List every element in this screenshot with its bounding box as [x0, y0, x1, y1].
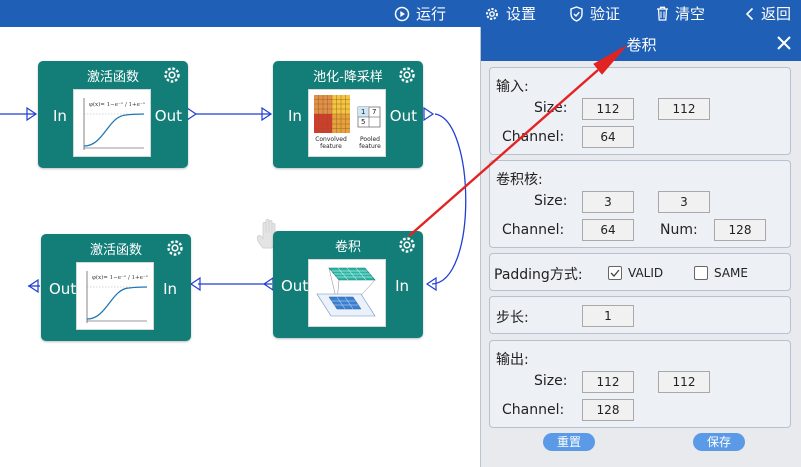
sigmoid-curve-icon: φ(x)= 1−e⁻ˣ / 1+e⁻ˣ	[86, 271, 149, 323]
kernel-num-field[interactable]: 128	[714, 219, 766, 241]
convolved-feature-caption: Convolved feature	[315, 136, 347, 150]
output-section-label: 输出:	[496, 352, 529, 368]
convolution-settings-panel: 卷积 输入: Size: 112 112 Channel: 64 卷积核: Si…	[480, 27, 801, 467]
activation-node-bottom[interactable]: 激活函数 Out In φ(x)= 1−e⁻ˣ / 1+e⁻ˣ	[41, 234, 191, 341]
reset-button[interactable]: 重置	[543, 433, 595, 451]
play-circle-icon	[394, 6, 410, 21]
input-port[interactable]: In	[53, 107, 67, 125]
kernel-size-height-field[interactable]: 3	[658, 191, 710, 213]
same-checkbox[interactable]	[694, 266, 708, 280]
close-icon[interactable]	[774, 33, 794, 53]
output-size-height-field[interactable]: 112	[658, 371, 710, 393]
gear-icon[interactable]	[162, 65, 182, 85]
stride-field[interactable]: 1	[582, 305, 634, 327]
output-size-width-field[interactable]: 112	[582, 371, 634, 393]
output-port[interactable]: Out	[49, 280, 76, 298]
checkmark-icon	[610, 269, 620, 277]
size-label: Size:	[534, 193, 568, 209]
output-port[interactable]: Out	[281, 277, 308, 295]
stride-label: 步长:	[496, 310, 529, 326]
conv-node[interactable]: 卷积 Out In	[273, 231, 423, 338]
settings-button[interactable]: 设置	[484, 0, 536, 27]
pooling-node[interactable]: 池化-降采样 In Out 1 7 5 Convolved feature Po…	[273, 61, 423, 168]
valid-label: VALID	[628, 266, 664, 280]
convolution-layers-icon	[316, 267, 376, 317]
size-label: Size:	[534, 373, 568, 389]
padding-label: Padding方式:	[494, 267, 583, 283]
channel-label: Channel:	[502, 402, 565, 418]
num-label: Num:	[660, 222, 698, 238]
panel-header: 卷积	[481, 27, 801, 61]
verify-button[interactable]: 验证	[569, 0, 620, 27]
pool-cell-value: 5	[361, 118, 366, 126]
gear-icon[interactable]	[397, 65, 417, 85]
output-channel-field[interactable]: 128	[582, 399, 634, 421]
convolution-thumbnail	[308, 259, 386, 327]
input-channel-field[interactable]: 64	[582, 126, 634, 148]
output-section: 输出: Size: 112 112 Channel: 128	[489, 340, 791, 428]
kernel-size-width-field[interactable]: 3	[582, 191, 634, 213]
valid-checkbox[interactable]	[608, 266, 622, 280]
back-label: 返回	[761, 5, 792, 23]
clear-button[interactable]: 清空	[656, 0, 705, 27]
svg-text:φ(x)= 1−e⁻ˣ / 1+e⁻ˣ: φ(x)= 1−e⁻ˣ / 1+e⁻ˣ	[92, 274, 149, 281]
same-label: SAME	[714, 266, 748, 280]
run-label: 运行	[416, 5, 447, 23]
input-size-height-field[interactable]: 112	[658, 98, 710, 120]
input-port[interactable]: In	[163, 280, 177, 298]
sigmoid-curve-icon: φ(x)= 1−e⁻ˣ / 1+e⁻ˣ	[83, 98, 146, 150]
pool-cell-value: 1	[361, 108, 366, 116]
top-toolbar: 运行 设置 验证 清空 返回	[0, 0, 801, 27]
back-button[interactable]: 返回	[745, 0, 791, 27]
channel-label: Channel:	[502, 129, 565, 145]
panel-title: 卷积	[626, 36, 657, 54]
input-section-label: 输入:	[496, 79, 529, 95]
stride-section: 步长: 1	[489, 296, 791, 334]
kernel-section-label: 卷积核:	[496, 172, 543, 188]
verify-label: 验证	[590, 5, 621, 23]
svg-text:φ(x)= 1−e⁻ˣ / 1+e⁻ˣ: φ(x)= 1−e⁻ˣ / 1+e⁻ˣ	[89, 101, 146, 108]
clear-label: 清空	[675, 5, 706, 23]
input-size-width-field[interactable]: 112	[582, 98, 634, 120]
run-button[interactable]: 运行	[394, 0, 446, 27]
sigmoid-plot-thumbnail: φ(x)= 1−e⁻ˣ / 1+e⁻ˣ	[73, 89, 151, 157]
pooled-feature-caption: Pooled feature	[359, 136, 381, 150]
size-label: Size:	[534, 100, 568, 116]
chevron-left-icon	[745, 7, 754, 20]
activation-node-top[interactable]: 激活函数 In Out φ(x)= 1−e⁻ˣ / 1+e⁻ˣ	[38, 61, 188, 168]
kernel-channel-field[interactable]: 64	[582, 219, 634, 241]
kernel-section: 卷积核: Size: 3 3 Channel: 64 Num: 128	[489, 160, 791, 248]
sigmoid-plot-thumbnail: φ(x)= 1−e⁻ˣ / 1+e⁻ˣ	[76, 262, 154, 330]
gear-icon	[486, 7, 498, 20]
gear-icon[interactable]	[165, 238, 185, 258]
gear-icon[interactable]	[397, 235, 417, 255]
settings-label: 设置	[506, 5, 537, 23]
trash-icon	[657, 6, 668, 21]
input-section: 输入: Size: 112 112 Channel: 64	[489, 67, 791, 155]
pooling-thumbnail: 1 7 5 Convolved feature Pooled feature	[308, 89, 386, 157]
shield-check-icon	[570, 5, 583, 22]
output-port[interactable]: Out	[155, 107, 182, 125]
save-button[interactable]: 保存	[693, 433, 745, 451]
channel-label: Channel:	[502, 222, 565, 238]
input-port[interactable]: In	[395, 277, 409, 295]
output-port[interactable]: Out	[390, 107, 417, 125]
input-port[interactable]: In	[288, 107, 302, 125]
padding-section: Padding方式: VALID SAME	[489, 253, 791, 291]
pool-cell-value: 7	[372, 108, 377, 116]
